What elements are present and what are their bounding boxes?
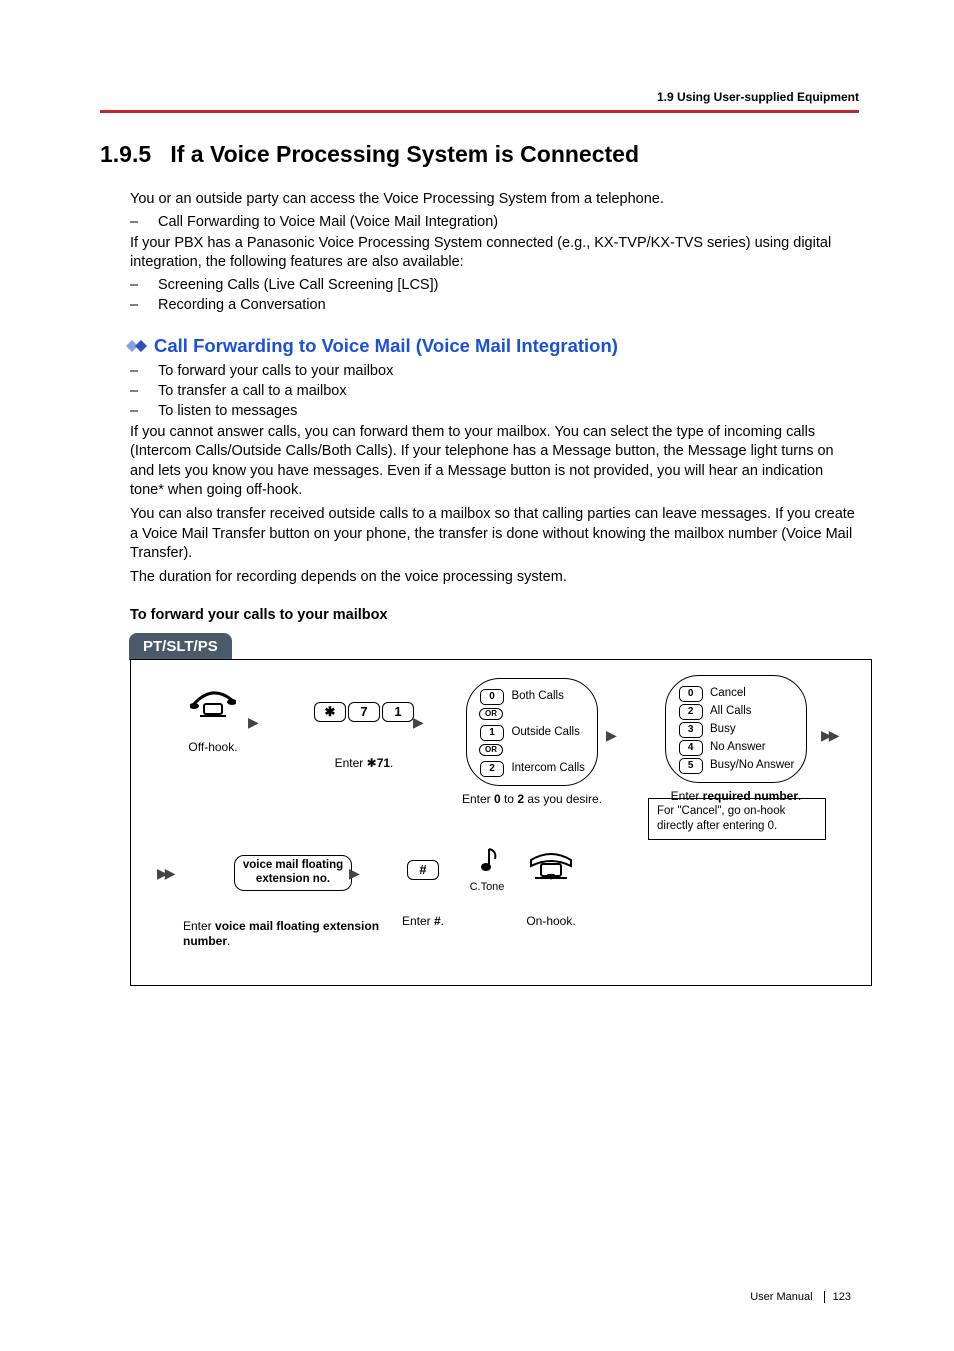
options1-balloon: 0 Both Calls OR 1 Outside Calls OR 2 Int… [466, 678, 598, 786]
phone-onhook-icon [525, 872, 577, 888]
music-note-icon [475, 863, 499, 879]
page-header: 1.9 Using User-supplied Equipment [100, 90, 859, 113]
hash-caption: Enter #. [383, 914, 463, 930]
opt2-key-2: 2 [679, 704, 703, 720]
onhook-caption: On-hook. [511, 914, 591, 930]
opt2-key-0: 0 [679, 686, 703, 702]
options2-balloon: 0 Cancel 2 All Calls 3 Busy 4 No Answer … [665, 675, 808, 783]
step-hash: # Enter #. [383, 860, 463, 930]
bullet-1: –Call Forwarding to Voice Mail (Voice Ma… [130, 214, 859, 230]
sub-para2: You can also transfer received outside c… [130, 505, 859, 564]
device-tab: PT/SLT/PS [129, 633, 232, 660]
or-pill: OR [479, 708, 503, 720]
opt2-key-3: 3 [679, 722, 703, 738]
step-vm-ext: voice mail floating extension no. Enter … [193, 855, 393, 950]
key-1: 1 [382, 702, 414, 722]
sub-para3: The duration for recording depends on th… [130, 568, 859, 588]
sub-b2: –To transfer a call to a mailbox [130, 383, 859, 399]
section-title: 1.9.5 If a Voice Processing System is Co… [100, 141, 859, 168]
offhook-caption: Off-hook. [163, 740, 263, 756]
procedure-diagram: Off-hook. ▶ ✱71 Enter ✱71. ▶ 0 Both Call… [130, 659, 872, 986]
step-enter71: ✱71 Enter ✱71. [279, 702, 449, 772]
diamond-icon [126, 339, 148, 353]
key-7: 7 [348, 702, 380, 722]
breadcrumb: 1.9 Using User-supplied Equipment [657, 90, 859, 104]
sub-heading-link[interactable]: Call Forwarding to Voice Mail (Voice Mai… [154, 335, 618, 356]
opt-key-0: 0 [480, 689, 504, 705]
page-footer: User Manual 123 [750, 1291, 859, 1303]
phone-offhook-icon [190, 706, 236, 722]
options1-caption: Enter 0 to 2 as you desire. [437, 792, 627, 808]
vm-ext-box: voice mail floating extension no. [234, 855, 352, 891]
intro-text: You or an outside party can access the V… [130, 190, 859, 210]
footer-label: User Manual [750, 1291, 812, 1303]
key-hash: # [407, 860, 439, 880]
key-star: ✱ [314, 702, 346, 722]
sub-para1: If you cannot answer calls, you can forw… [130, 423, 859, 501]
opt-key-1: 1 [480, 725, 504, 741]
opt2-key-4: 4 [679, 740, 703, 756]
footer-page: 123 [824, 1291, 851, 1303]
step-ctone: C.Tone [457, 845, 517, 893]
sub-b3: –To listen to messages [130, 403, 859, 419]
arrow-icon: ▶ [606, 727, 617, 744]
opt2-key-5: 5 [679, 758, 703, 774]
sub-b1: –To forward your calls to your mailbox [130, 363, 859, 379]
para-2: If your PBX has a Panasonic Voice Proces… [130, 234, 859, 273]
star-icon: ✱ [367, 756, 377, 770]
ctone-label: C.Tone [457, 881, 517, 893]
vm-ext-caption: Enter voice mail floating extension numb… [183, 919, 393, 950]
or-pill: OR [479, 744, 503, 756]
enter71-caption: Enter ✱71. [279, 756, 449, 772]
sub-heading: Call Forwarding to Voice Mail (Voice Mai… [126, 335, 859, 357]
step-options1: 0 Both Calls OR 1 Outside Calls OR 2 Int… [437, 678, 627, 808]
bullet-3: –Recording a Conversation [130, 297, 859, 313]
arrow-icon: ▶ [248, 714, 259, 731]
double-arrow-icon: ▶▶ [157, 865, 173, 882]
arrow-icon: ▶ [349, 865, 360, 882]
bullet-2: –Screening Calls (Live Call Screening [L… [130, 277, 859, 293]
procedure-title: To forward your calls to your mailbox [130, 607, 859, 623]
step-options2: 0 Cancel 2 All Calls 3 Busy 4 No Answer … [641, 675, 831, 805]
double-arrow-icon: ▶▶ [821, 727, 837, 744]
arrow-icon: ▶ [413, 714, 424, 731]
section-title-text: If a Voice Processing System is Connecte… [170, 141, 639, 167]
opt-key-2: 2 [480, 761, 504, 777]
step-onhook: On-hook. [511, 850, 591, 930]
section-number: 1.9.5 [100, 141, 151, 167]
cancel-note: For "Cancel", go on-hook directly after … [648, 798, 826, 840]
